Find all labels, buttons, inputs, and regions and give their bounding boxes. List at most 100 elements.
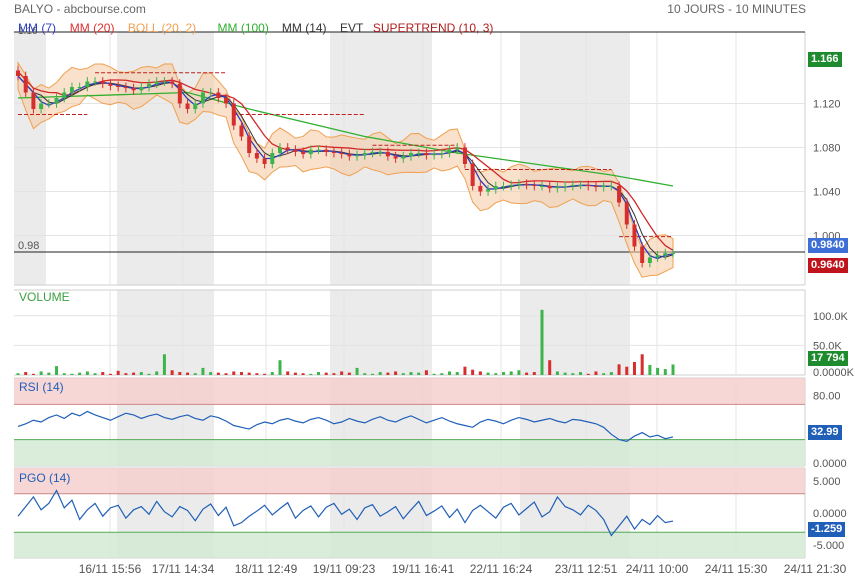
volume-bar xyxy=(224,373,228,375)
volume-bar xyxy=(409,372,413,375)
volume-bar xyxy=(62,373,66,375)
volume-bar xyxy=(448,371,452,375)
candle-body xyxy=(293,149,298,152)
candle-body xyxy=(516,183,521,185)
candle-body xyxy=(501,186,506,187)
volume-bar xyxy=(663,369,667,375)
volume-bar xyxy=(70,373,74,375)
price-ytick-1: 1.120 xyxy=(813,99,841,111)
volume-bar xyxy=(640,354,644,375)
candle-body xyxy=(162,81,167,83)
volume-bar xyxy=(85,371,89,375)
rsi-badge: 32.99 xyxy=(808,425,842,440)
pgo-upper-zone xyxy=(14,468,805,494)
x-tick-label-7: 24/11 10:00 xyxy=(626,562,689,576)
supertrend-badge: 0.9640 xyxy=(808,258,848,273)
volume-bar xyxy=(656,367,660,375)
last-price-badge: 1.166 xyxy=(808,52,842,67)
x-tick-label-0: 16/11 15:56 xyxy=(79,562,142,576)
volume-bar xyxy=(93,373,97,375)
candle-body xyxy=(39,103,44,109)
volume-bar xyxy=(440,373,444,375)
rsi-ytick-0: 80.00 xyxy=(813,391,841,403)
candle-body xyxy=(62,92,67,98)
candle-body xyxy=(601,186,606,188)
x-tick-label-6: 23/11 12:51 xyxy=(555,562,618,576)
candle-body xyxy=(308,149,313,155)
candle-body xyxy=(54,98,59,104)
volume-bar xyxy=(525,372,529,375)
volume-bar xyxy=(648,364,652,375)
x-tick-label-8: 24/11 15:30 xyxy=(705,562,768,576)
volume-bar xyxy=(355,367,359,375)
volume-bar xyxy=(347,372,351,375)
volume-bar xyxy=(471,369,475,375)
volume-bar xyxy=(586,373,590,375)
candle-body xyxy=(285,147,290,150)
pgo-lower-zone xyxy=(14,532,805,558)
candle-body xyxy=(69,87,74,93)
volume-bar xyxy=(609,372,613,375)
volume-bar xyxy=(555,371,559,375)
volume-bar xyxy=(494,373,498,375)
volume-bar xyxy=(31,373,35,375)
candle-body xyxy=(593,186,598,188)
candle-body xyxy=(193,103,198,109)
candle-body xyxy=(154,81,159,84)
volume-bar xyxy=(132,372,136,375)
volume-bar xyxy=(317,372,321,375)
volume-bar xyxy=(532,372,536,375)
volume-bar xyxy=(247,372,251,375)
candle-body xyxy=(555,187,560,189)
vol-ytick-2: 0.0000K xyxy=(813,367,855,379)
vol-title: VOLUME xyxy=(19,290,70,304)
candle-body xyxy=(347,154,352,157)
candle-body xyxy=(362,153,367,156)
volume-bar xyxy=(278,360,282,375)
volume-bar xyxy=(239,372,243,375)
pgo-ytick-1: 0.0000 xyxy=(813,508,847,520)
volume-bar xyxy=(501,372,505,375)
rsi-overbought-zone xyxy=(14,378,805,405)
rsi-oversold-zone xyxy=(14,439,805,466)
volume-bar xyxy=(332,373,336,375)
candle-body xyxy=(100,81,105,84)
legend-item-3: MM (100) xyxy=(218,21,269,35)
x-tick-label-3: 19/11 09:23 xyxy=(313,562,376,576)
candle-body xyxy=(401,156,406,159)
candle-body xyxy=(355,155,360,157)
candle-body xyxy=(470,164,475,186)
candle-body xyxy=(524,183,529,185)
candle-body xyxy=(316,149,321,151)
volume-bar xyxy=(509,371,513,375)
candle-body xyxy=(563,186,568,188)
legend-item-0: MM (7) xyxy=(18,21,56,35)
volume-bar xyxy=(386,372,390,375)
price-ytick-2: 1.080 xyxy=(813,143,841,155)
rsi-title: RSI (14) xyxy=(19,380,64,394)
volume-bar xyxy=(155,371,159,375)
candle-body xyxy=(77,87,82,88)
candle-body xyxy=(493,186,498,190)
volume-bar xyxy=(486,372,490,375)
x-tick-label-4: 19/11 16:41 xyxy=(392,562,455,576)
candle-body xyxy=(424,153,429,156)
volume-bar xyxy=(170,370,174,375)
volume-bar xyxy=(201,367,205,375)
volume-bar xyxy=(147,373,151,375)
candle-body xyxy=(447,149,452,153)
volume-bar xyxy=(378,372,382,375)
candle-body xyxy=(393,156,398,159)
volume-bar xyxy=(617,364,621,375)
volume-bar xyxy=(401,373,405,375)
legend: MM (7) MM (20) BOLL (20, 2) MM (100) MM (14)… xyxy=(18,21,493,35)
legend-item-6: SUPERTREND (10, 3) xyxy=(373,21,493,35)
candle-body xyxy=(416,153,421,154)
session-shade-vol-1 xyxy=(330,290,432,375)
volume-bar xyxy=(255,373,259,375)
volume-bar xyxy=(270,372,274,375)
volume-bar xyxy=(55,366,59,375)
volume-bar xyxy=(563,372,567,375)
candle-body xyxy=(647,257,652,263)
candle-body xyxy=(23,76,28,93)
